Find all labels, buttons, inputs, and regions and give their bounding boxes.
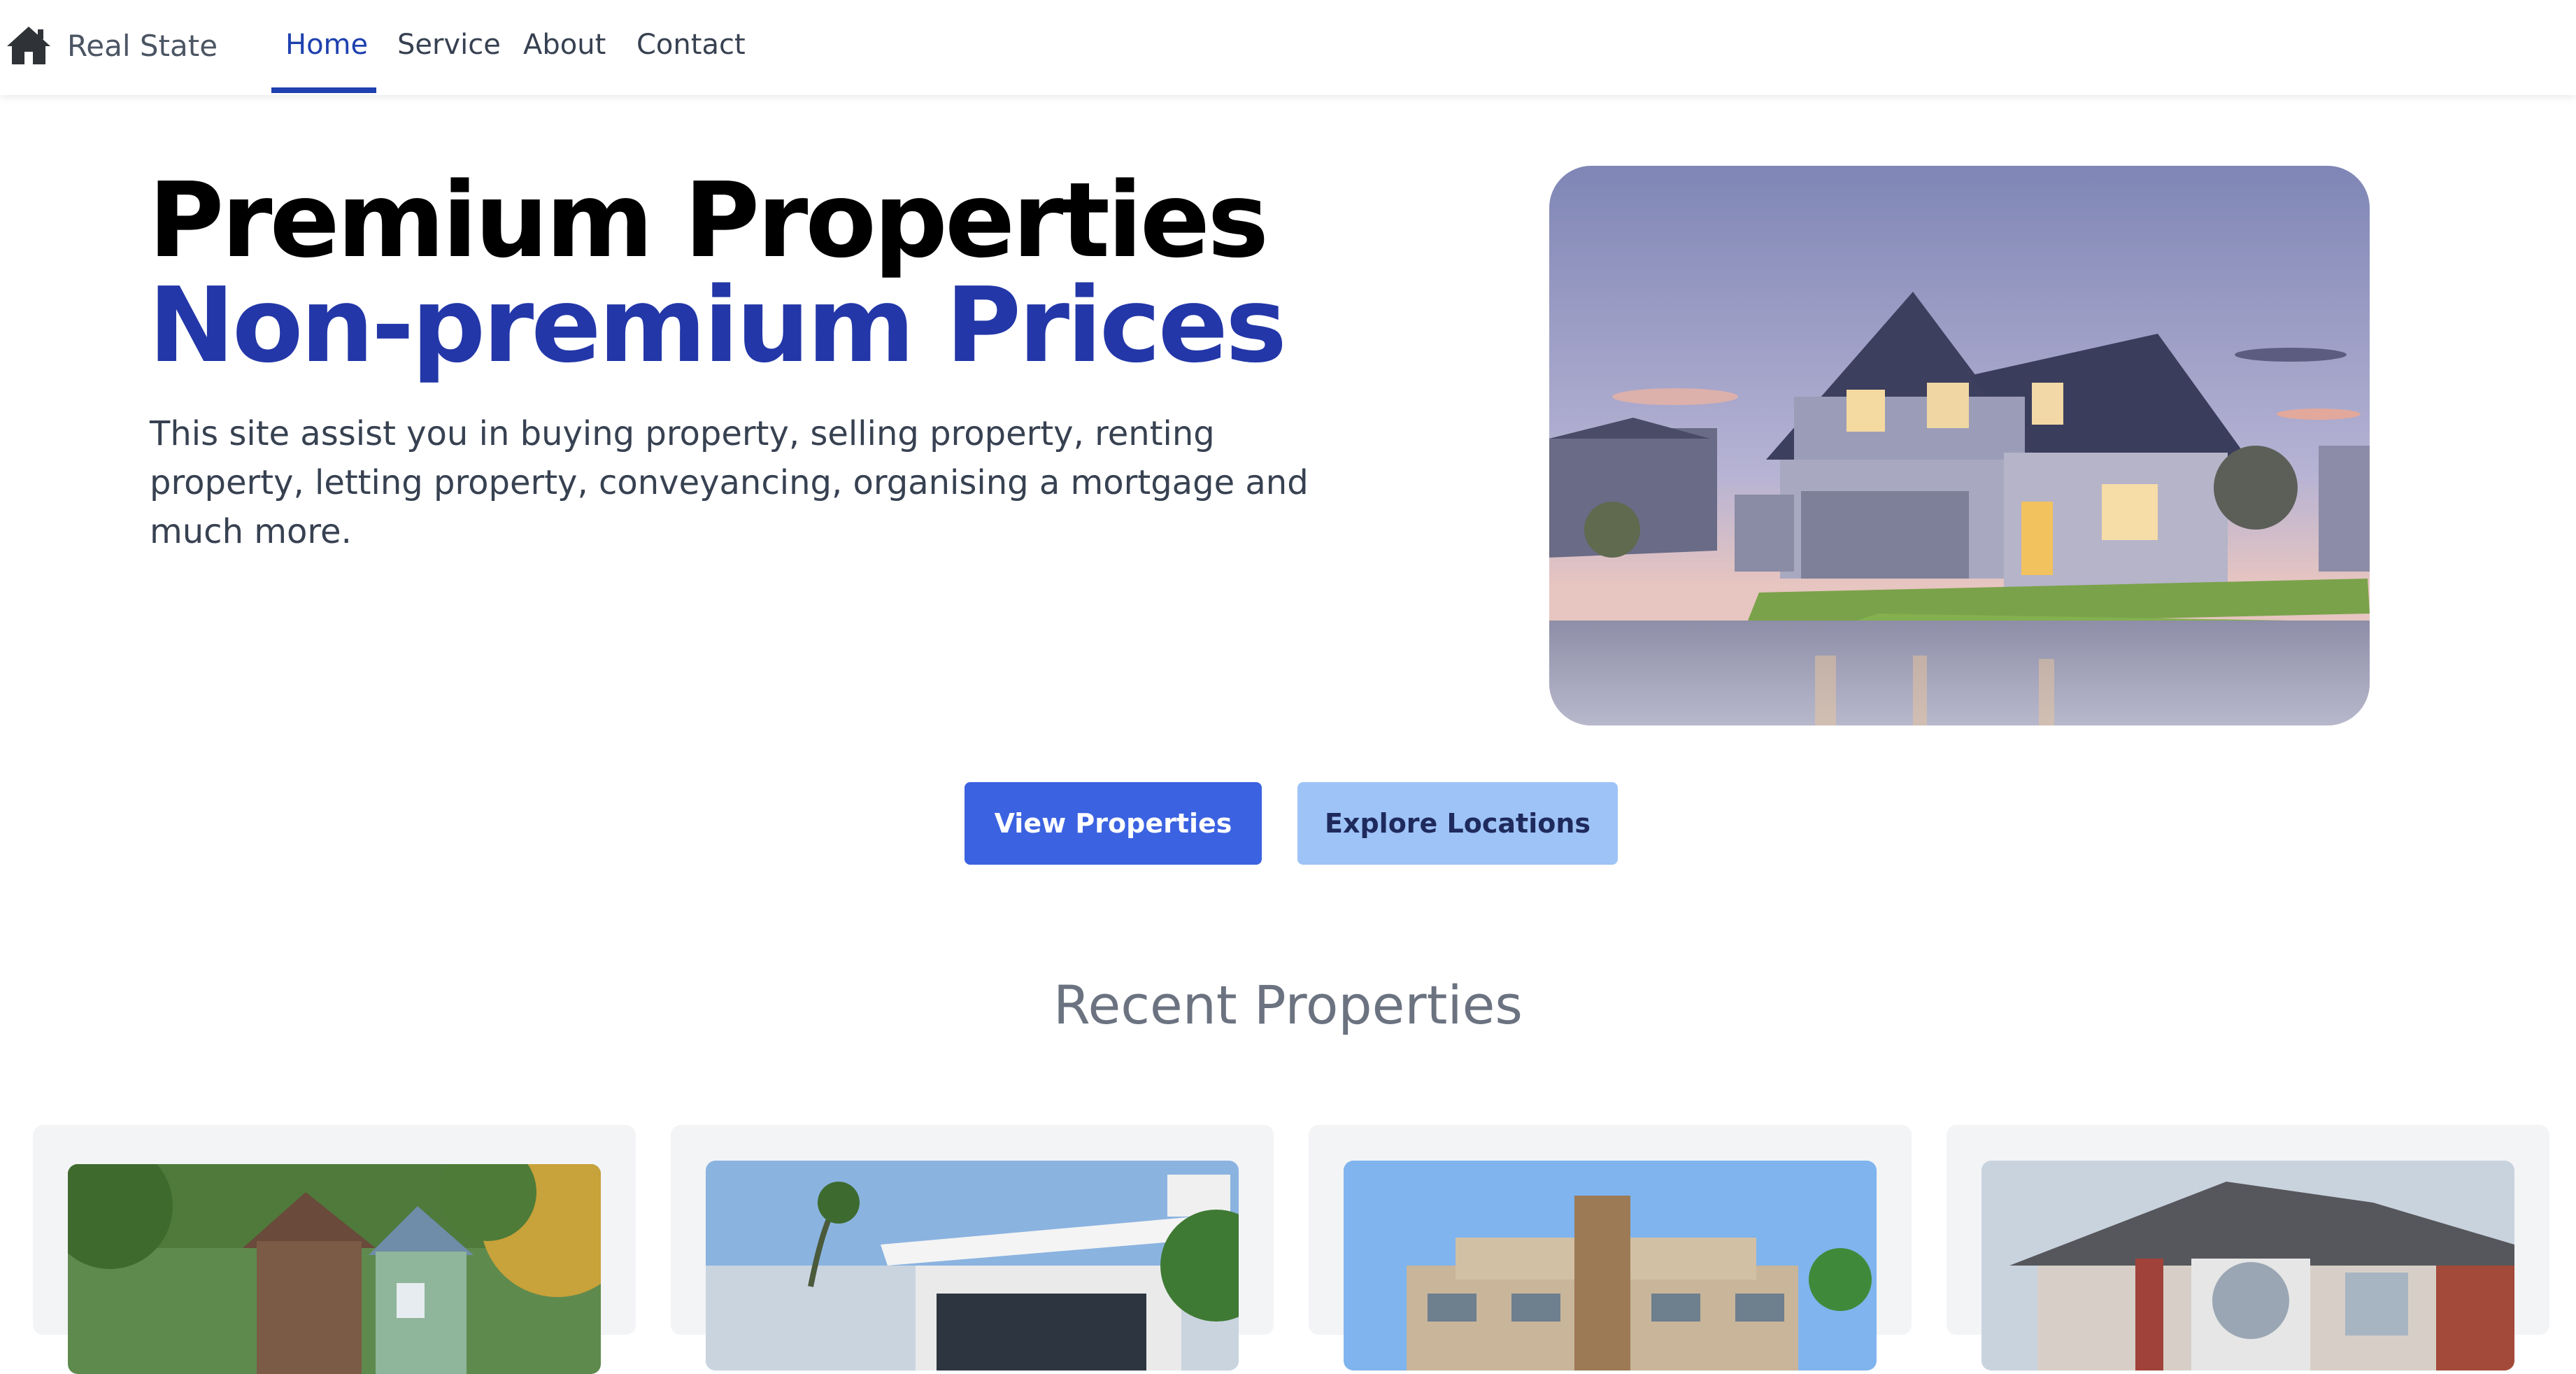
brand-link[interactable]: Real State	[6, 21, 218, 70]
property-card[interactable]	[671, 1125, 1274, 1371]
brand-name: Real State	[67, 28, 218, 63]
property-card-image[interactable]	[1344, 1161, 1877, 1371]
hero-title: Premium Properties Non-premium Prices	[148, 160, 1287, 385]
property-card-image[interactable]	[706, 1161, 1239, 1371]
top-navbar: Real State Home Service About Contact	[0, 0, 2576, 95]
hero-description: This site assist you in buying property,…	[150, 414, 1309, 551]
property-card[interactable]	[1309, 1125, 1912, 1371]
active-nav-indicator	[271, 87, 376, 93]
nav-about[interactable]: About	[523, 0, 606, 95]
hero-house-image	[1549, 166, 2370, 725]
hero-title-line2: Non-premium Prices	[148, 265, 1287, 385]
explore-locations-button[interactable]: Explore Locations	[1297, 782, 1618, 865]
property-card-image[interactable]	[68, 1164, 601, 1374]
property-card[interactable]	[1947, 1125, 2549, 1371]
property-card[interactable]	[33, 1125, 636, 1374]
home-icon	[7, 27, 50, 64]
hero-title-line1: Premium Properties	[148, 160, 1269, 281]
nav-home[interactable]: Home	[285, 0, 368, 95]
view-properties-button[interactable]: View Properties	[965, 782, 1262, 865]
nav-contact[interactable]: Contact	[636, 0, 746, 95]
recent-properties-heading: Recent Properties	[1053, 974, 1523, 1036]
property-card-image[interactable]	[1981, 1161, 2514, 1371]
nav-service[interactable]: Service	[397, 0, 501, 95]
